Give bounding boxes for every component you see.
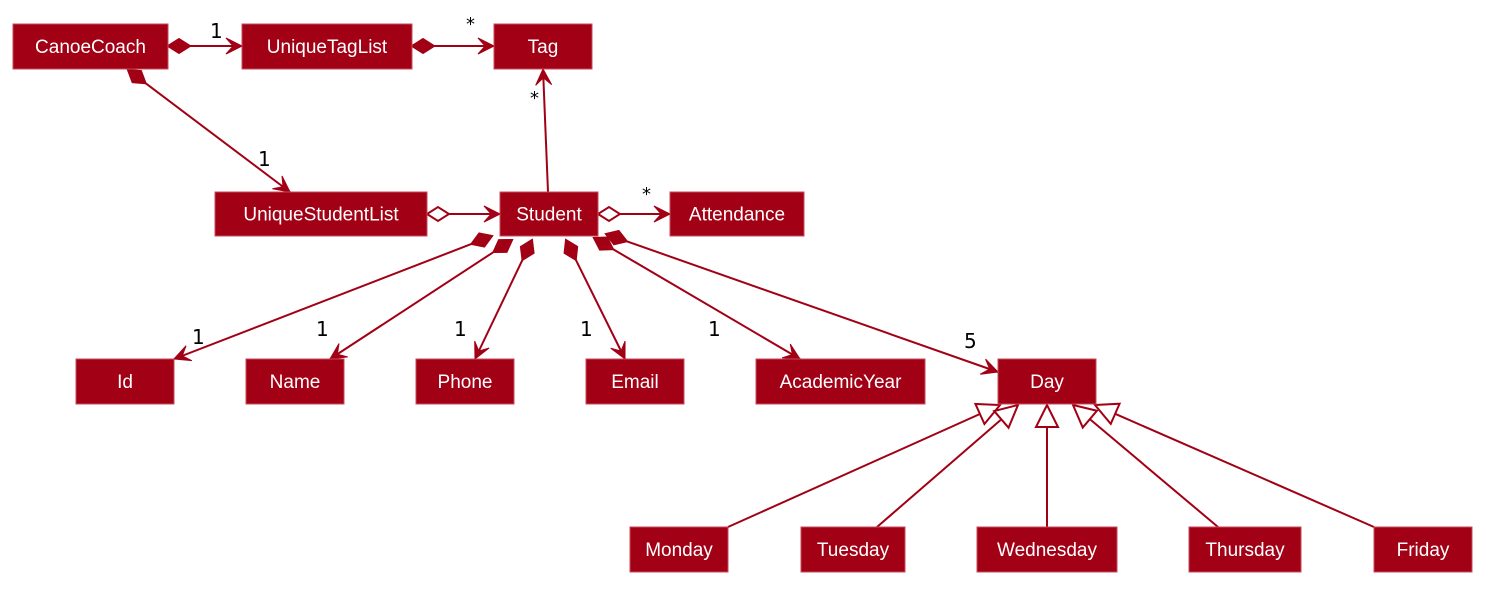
relationship-composition <box>329 238 514 360</box>
multiplicity-label: * <box>530 88 539 109</box>
class-tag: Tag <box>493 23 593 70</box>
edge-line <box>574 259 626 360</box>
class-label: Tag <box>528 37 559 58</box>
class-thursday: Thursday <box>1188 526 1302 573</box>
relationship-composition <box>166 37 244 55</box>
class-label: Email <box>611 372 659 393</box>
open-arrowhead-icon <box>782 343 801 360</box>
relationship-composition <box>604 229 1000 375</box>
class-unique-tag-list: UniqueTagList <box>241 23 413 70</box>
edge-line <box>1089 418 1219 528</box>
relationship-composition <box>592 236 801 360</box>
class-label: Tuesday <box>817 540 890 561</box>
class-label: Wednesday <box>997 540 1097 561</box>
class-canoe-coach: CanoeCoach <box>12 23 169 70</box>
edge-line <box>1114 412 1375 528</box>
relationship-composition <box>563 238 626 361</box>
filled-diamond-icon <box>166 37 192 55</box>
class-name: Name <box>245 358 345 405</box>
class-wednesday: Wednesday <box>976 526 1118 573</box>
filled-diamond-icon <box>492 238 514 254</box>
class-phone: Phone <box>415 358 515 405</box>
edge-line <box>173 243 472 360</box>
edge-line <box>144 82 291 193</box>
multiplicity-label: * <box>466 14 475 35</box>
class-tuesday: Tuesday <box>800 526 906 573</box>
filled-diamond-icon <box>126 68 148 85</box>
class-label: Day <box>1030 372 1064 393</box>
class-label: Friday <box>1397 540 1450 561</box>
relationship-generalization <box>1071 403 1219 528</box>
relationship-generalization <box>876 403 1020 528</box>
multiplicity-label: 1 <box>258 147 271 171</box>
filled-diamond-icon <box>519 238 535 262</box>
class-academic-year: AcademicYear <box>755 358 926 405</box>
hollow-triangle-icon <box>1071 403 1099 430</box>
class-label: UniqueStudentList <box>243 205 399 226</box>
relationship-composition <box>172 232 494 362</box>
relationship-generalization <box>1092 402 1375 528</box>
hollow-diamond-icon <box>596 205 622 223</box>
filled-diamond-icon <box>563 238 579 262</box>
edge-line <box>626 240 999 373</box>
edge-line <box>474 259 524 360</box>
multiplicity-label: 1 <box>316 317 329 341</box>
class-email: Email <box>585 358 685 405</box>
multiplicity-label: 5 <box>964 329 977 353</box>
relationship-composition <box>410 37 496 55</box>
class-unique-student-list: UniqueStudentList <box>214 191 428 237</box>
multiplicity-label: * <box>642 184 651 205</box>
multiplicity-label: 1 <box>210 19 223 43</box>
class-label: Student <box>516 205 582 226</box>
multiplicity-label: 1 <box>454 317 467 341</box>
class-day: Day <box>997 358 1097 405</box>
open-arrowhead-icon <box>329 343 348 360</box>
class-label: Id <box>117 372 133 393</box>
class-diagram: CanoeCoach UniqueTagList Tag UniqueStudentL… <box>12 14 1473 573</box>
hollow-triangle-icon <box>1034 402 1060 428</box>
filled-diamond-icon <box>410 37 436 55</box>
hollow-diamond-icon <box>425 205 451 223</box>
edge-line <box>542 68 549 193</box>
class-label: CanoeCoach <box>35 37 146 58</box>
relationship-aggregation <box>425 205 502 223</box>
class-label: Phone <box>438 372 493 393</box>
relationship-generalization <box>727 402 1003 528</box>
class-id: Id <box>75 358 175 405</box>
relationship-aggregation <box>596 205 672 223</box>
open-arrowhead-icon <box>272 175 291 193</box>
multiplicity-label: 1 <box>580 317 593 341</box>
class-label: Attendance <box>689 205 785 226</box>
edge-line <box>876 418 1003 528</box>
class-label: AcademicYear <box>780 372 902 393</box>
class-label: UniqueTagList <box>267 37 388 58</box>
hollow-triangle-icon <box>1092 402 1122 426</box>
class-label: Thursday <box>1205 540 1285 561</box>
relationship-generalization <box>1034 402 1060 527</box>
class-monday: Monday <box>629 526 729 573</box>
class-student: Student <box>499 191 599 237</box>
class-attendance: Attendance <box>669 191 805 237</box>
multiplicity-label: 1 <box>708 317 721 341</box>
class-friday: Friday <box>1373 526 1473 573</box>
relationship-composition <box>126 68 291 193</box>
edge-line <box>612 248 801 360</box>
filled-diamond-icon <box>469 232 494 248</box>
class-label: Name <box>270 372 321 393</box>
class-label: Monday <box>645 540 713 561</box>
multiplicity-label: 1 <box>192 325 205 349</box>
